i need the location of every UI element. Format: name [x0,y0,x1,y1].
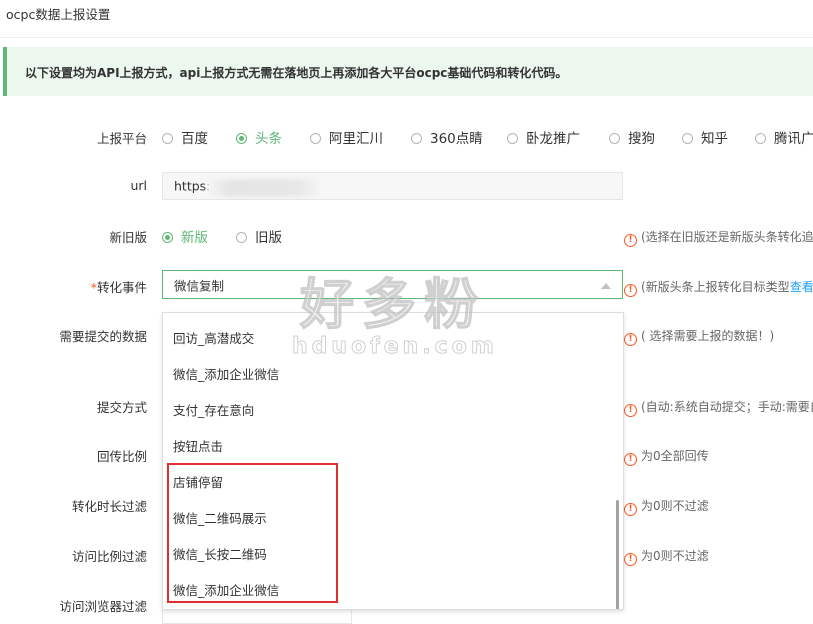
platform-option-alihuichuan[interactable]: 阿里汇川 [310,127,383,147]
radio-icon [507,133,518,144]
radio-checked-icon [236,133,247,144]
watermark-cn: 好多粉 [299,272,486,337]
info-icon: ! [624,404,637,417]
visit-ratio-filter-label: 访问比例过滤 [71,549,147,564]
radio-icon [236,232,247,243]
browser-filter-label: 访问浏览器过滤 [59,599,147,614]
platform-option-wolong[interactable]: 卧龙推广 [507,127,580,147]
submit-method-hint: ! (自动:系统自动提交；手动:需要自 [624,398,813,417]
caret-up-icon [601,283,611,289]
version-label: 新旧版 [109,230,147,245]
url-label: url [130,178,147,193]
version-option-new[interactable]: 新版 [162,226,208,246]
dropdown-scrollbar[interactable] [616,500,619,609]
dropdown-option[interactable]: 回访_高潜成交 [173,328,254,347]
submit-data-hint: !( 选择需要上报的数据！) [624,327,774,346]
radio-icon [411,133,422,144]
watermark-en: hduofen.com [292,334,498,360]
radio-icon [609,133,620,144]
info-icon: ! [624,234,637,247]
platform-option-sogou[interactable]: 搜狗 [609,127,655,147]
conversion-label: *转化事件 [90,280,147,295]
highlight-box [167,463,338,603]
radio-checked-icon [162,232,173,243]
page-title: ocpc数据上报设置 [6,7,111,22]
notice-text: 以下设置均为API上报方式，api上报方式无需在落地页上再添加各大平台ocpc基… [25,66,568,80]
dropdown-option[interactable]: 按钮点击 [173,436,223,455]
submit-method-label: 提交方式 [96,400,147,415]
title-divider [0,37,813,38]
info-icon: ! [624,503,637,516]
return-ratio-hint: ! 为0全部回传 [624,447,709,466]
submit-data-label: 需要提交的数据 [59,329,147,344]
conversion-hint-link[interactable]: 查看 [790,280,813,294]
platform-option-toutiao[interactable]: 头条 [236,127,282,147]
conversion-selected-value: 微信复制 [174,278,225,293]
notice-banner: 以下设置均为API上报方式，api上报方式无需在落地页上再添加各大平台ocpc基… [3,47,813,96]
url-redaction [207,179,320,197]
version-option-old[interactable]: 旧版 [236,226,282,246]
radio-icon [162,133,173,144]
dropdown-option[interactable]: 微信_添加企业微信 [173,364,279,383]
dropdown-option[interactable]: 支付_存在意向 [173,400,254,419]
version-hint: ! (选择在旧版还是新版头条转化追 [624,228,813,247]
duration-filter-hint: ! 为0则不过滤 [624,497,709,516]
platform-option-baidu[interactable]: 百度 [162,127,208,147]
conversion-hint: ! (新版头条上报转化目标类型查看 [624,278,813,297]
duration-filter-label: 转化时长过滤 [71,499,147,514]
info-icon: ! [624,284,637,297]
radio-icon [755,133,766,144]
info-icon: ! [624,333,637,346]
visit-ratio-filter-hint: ! 为0则不过滤 [624,547,709,566]
platform-option-360[interactable]: 360点睛 [411,127,483,147]
platform-option-zhihu[interactable]: 知乎 [682,127,728,147]
platform-label: 上报平台 [96,131,147,146]
info-icon: ! [624,553,637,566]
platform-option-tencent[interactable]: 腾讯广 [755,127,813,147]
radio-icon [682,133,693,144]
info-icon: ! [624,453,637,466]
return-ratio-label: 回传比例 [96,449,147,464]
radio-icon [310,133,321,144]
